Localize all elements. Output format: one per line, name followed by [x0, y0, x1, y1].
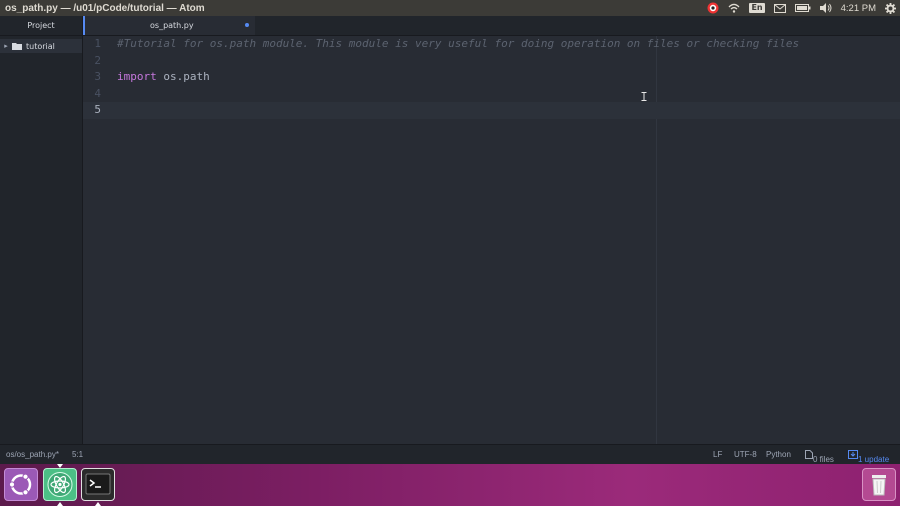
status-cursor-position[interactable]: 5:1 — [72, 450, 83, 459]
tree-item-label: tutorial — [26, 41, 55, 51]
updates-label: 1 update — [858, 455, 890, 464]
ubuntu-launcher-button[interactable] — [4, 468, 38, 501]
trash-icon — [872, 475, 886, 496]
running-indicator — [95, 502, 101, 506]
code-line[interactable]: 4 — [83, 86, 900, 103]
code-text: os.path — [156, 70, 210, 83]
code-line[interactable]: 2 — [83, 53, 900, 70]
text-editor[interactable]: 1 #Tutorial for os.path module. This mod… — [83, 36, 900, 444]
code-keyword: import — [117, 70, 157, 83]
status-file-path[interactable]: os/os_path.py* — [6, 450, 59, 459]
wifi-icon[interactable] — [728, 3, 740, 13]
launcher-dock — [0, 464, 900, 506]
atom-logo-icon — [47, 472, 73, 497]
clock[interactable]: 4:21 PM — [841, 3, 876, 14]
gear-icon[interactable] — [885, 2, 896, 14]
tab-label: os_path.py — [150, 21, 194, 30]
chevron-right-icon[interactable]: ▸ — [0, 42, 12, 50]
status-line-ending[interactable]: LF — [713, 450, 722, 459]
line-number: 5 — [94, 103, 101, 116]
folder-icon — [12, 42, 22, 50]
code-comment: #Tutorial for os.path module. This modul… — [117, 37, 800, 50]
status-git-files[interactable]: 0 files — [805, 450, 834, 464]
git-files-label: 0 files — [813, 455, 834, 464]
focused-indicator — [57, 502, 63, 506]
code-line-active[interactable]: 5 — [83, 102, 900, 119]
top-panel: os_path.py — /u01/pCode/tutorial — Atom … — [0, 0, 900, 16]
volume-icon[interactable] — [819, 3, 832, 13]
status-grammar[interactable]: Python — [766, 450, 791, 459]
code-line[interactable]: 1 #Tutorial for os.path module. This mod… — [83, 36, 900, 53]
screen-recorder-icon[interactable] — [707, 2, 719, 14]
status-updates[interactable]: 1 update — [848, 450, 889, 464]
line-number: 3 — [94, 70, 101, 83]
terminal-icon — [85, 473, 111, 495]
line-number: 1 — [94, 37, 101, 50]
terminal-button[interactable] — [81, 468, 115, 501]
code-line[interactable]: 3 import os.path — [83, 69, 900, 86]
tab-project[interactable]: Project — [0, 16, 82, 36]
atom-editor-button[interactable] — [43, 468, 77, 501]
text-cursor-icon — [641, 92, 647, 101]
file-icon — [805, 450, 813, 459]
status-bar: os/os_path.py* 5:1 LF UTF-8 Python 0 fil… — [0, 444, 900, 464]
window-title: os_path.py — /u01/pCode/tutorial — Atom — [5, 2, 205, 14]
mail-icon[interactable] — [773, 3, 786, 13]
line-number: 4 — [94, 86, 101, 100]
system-tray: En 4:21 PM — [707, 0, 896, 16]
line-number: 2 — [94, 53, 101, 67]
tree-view: Project ▸ tutorial — [0, 16, 83, 444]
modified-indicator-icon[interactable] — [245, 23, 249, 27]
battery-icon[interactable] — [794, 4, 811, 12]
trash-button[interactable] — [862, 468, 896, 501]
keyboard-layout-indicator[interactable]: En — [749, 3, 765, 13]
tree-item-tutorial[interactable]: ▸ tutorial — [0, 39, 82, 53]
tab-os-path-py[interactable]: os_path.py — [83, 16, 255, 35]
editor-tab-bar: os_path.py — [83, 16, 900, 36]
status-encoding[interactable]: UTF-8 — [734, 450, 757, 459]
update-icon — [848, 450, 858, 459]
ubuntu-logo-icon — [8, 473, 32, 496]
